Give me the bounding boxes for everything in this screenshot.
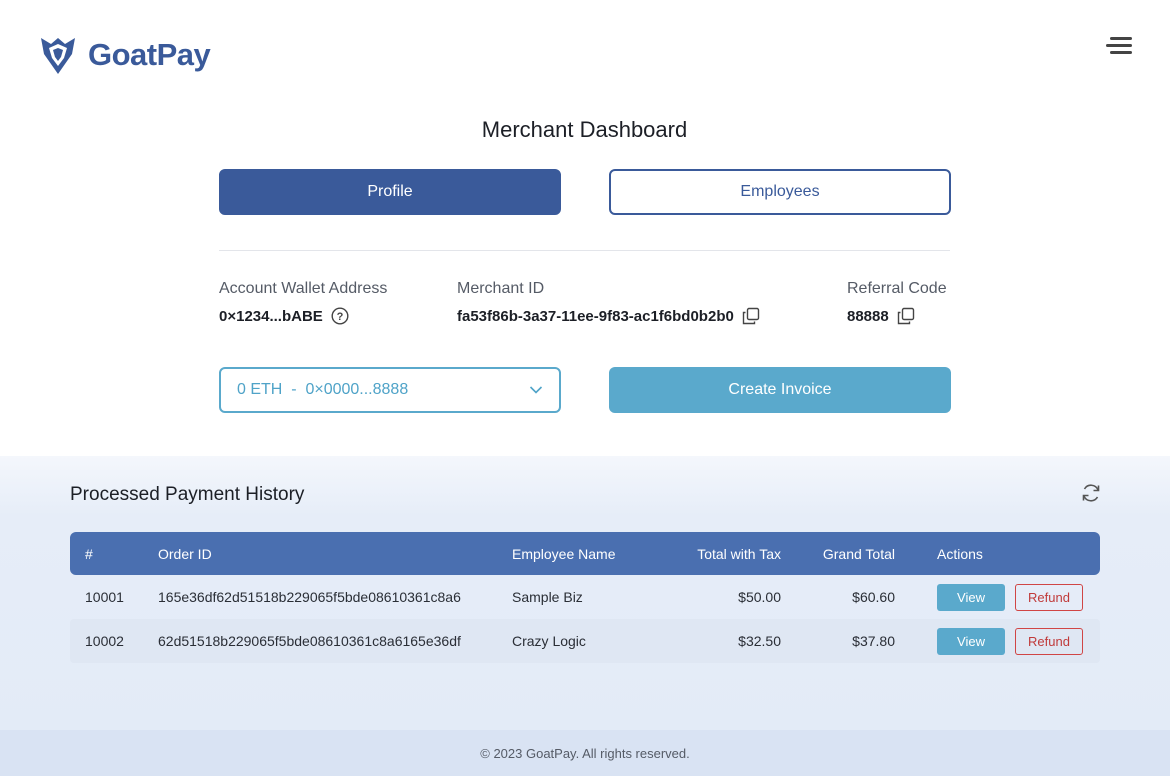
referral-code-label: Referral Code: [847, 280, 947, 297]
row-total-tax: $32.50: [738, 633, 781, 649]
hamburger-menu-icon[interactable]: [1100, 34, 1134, 58]
refresh-icon[interactable]: [1080, 482, 1102, 504]
merchant-id-group: fa53f86b-3a37-11ee-9f83-ac1f6bd0b2b0: [457, 307, 760, 325]
row-employee: Sample Biz: [512, 589, 583, 605]
help-circle-icon[interactable]: ?: [331, 307, 349, 325]
copy-icon[interactable]: [897, 307, 915, 325]
wallet-select-value: 0 ETH - 0×0000...8888: [237, 381, 409, 398]
wallet-address-label: Account Wallet Address: [219, 280, 388, 297]
svg-text:?: ?: [336, 311, 343, 323]
brand-name: GoatPay: [88, 37, 211, 72]
copy-icon[interactable]: [742, 307, 760, 325]
tab-profile[interactable]: Profile: [219, 169, 561, 215]
row-grand-total: $60.60: [852, 589, 895, 605]
chevron-down-icon: [529, 386, 543, 394]
merchant-id-label: Merchant ID: [457, 280, 545, 297]
refund-button[interactable]: Refund: [1015, 583, 1083, 611]
col-header-number: #: [85, 545, 93, 562]
row-total-tax: $50.00: [738, 589, 781, 605]
view-button[interactable]: View: [937, 583, 1005, 611]
row-actions: View Refund: [937, 575, 1083, 619]
row-employee: Crazy Logic: [512, 633, 586, 649]
row-number: 10002: [85, 633, 124, 649]
table-row: 10001 165e36df62d51518b229065f5bde086103…: [70, 575, 1100, 619]
payment-history-table: # Order ID Employee Name Total with Tax …: [70, 532, 1100, 663]
goat-logo-icon: [41, 38, 75, 74]
row-actions: View Refund: [937, 619, 1083, 663]
col-header-grand-total: Grand Total: [822, 545, 895, 562]
footer-text: © 2023 GoatPay. All rights reserved.: [480, 745, 690, 761]
brand-logo[interactable]: GoatPay: [38, 34, 211, 76]
row-grand-total: $37.80: [852, 633, 895, 649]
merchant-id-value: fa53f86b-3a37-11ee-9f83-ac1f6bd0b2b0: [457, 307, 734, 325]
col-header-order-id: Order ID: [158, 545, 212, 562]
col-header-actions: Actions: [937, 545, 983, 562]
tab-employees[interactable]: Employees: [609, 169, 951, 215]
referral-code-group: 88888: [847, 307, 915, 325]
footer: © 2023 GoatPay. All rights reserved.: [0, 730, 1170, 776]
top-header: GoatPay: [0, 0, 1170, 100]
wallet-address-value: 0×1234...bABE: [219, 307, 323, 325]
page-title: Merchant Dashboard: [481, 117, 688, 142]
row-order-id: 165e36df62d51518b229065f5bde08610361c8a6: [158, 589, 461, 605]
refund-button[interactable]: Refund: [1015, 627, 1083, 655]
wallet-address-group: 0×1234...bABE ?: [219, 307, 349, 325]
table-row: 10002 62d51518b229065f5bde08610361c8a616…: [70, 619, 1100, 663]
row-number: 10001: [85, 589, 124, 605]
col-header-total-tax: Total with Tax: [697, 545, 781, 562]
row-order-id: 62d51518b229065f5bde08610361c8a6165e36df: [158, 633, 461, 649]
payment-history-section: Processed Payment History # Order ID Emp…: [0, 456, 1170, 730]
table-header: # Order ID Employee Name Total with Tax …: [70, 532, 1100, 575]
wallet-select[interactable]: 0 ETH - 0×0000...8888: [219, 367, 561, 413]
section-divider: [219, 250, 950, 251]
create-invoice-button[interactable]: Create Invoice: [609, 367, 951, 413]
col-header-employee: Employee Name: [512, 545, 616, 562]
history-title: Processed Payment History: [70, 484, 305, 505]
referral-code-value: 88888: [847, 307, 889, 325]
view-button[interactable]: View: [937, 627, 1005, 655]
